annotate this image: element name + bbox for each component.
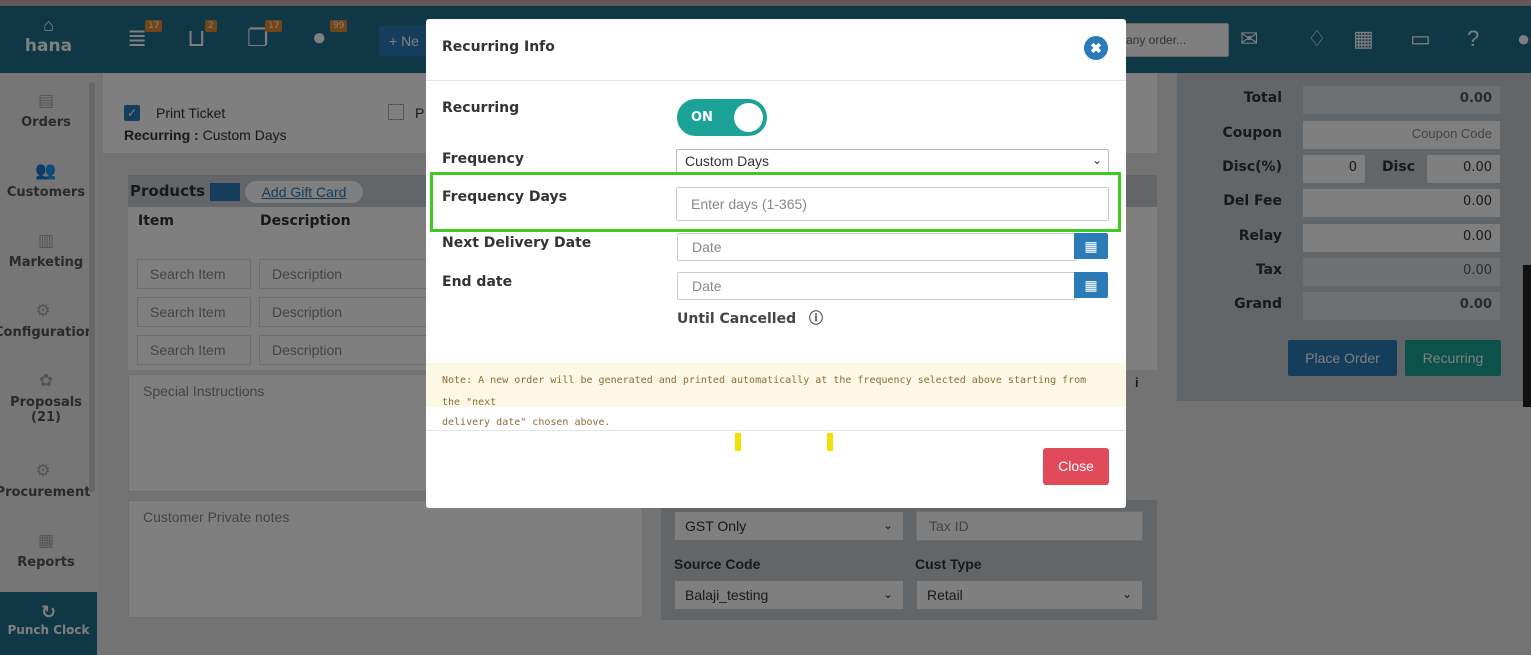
frequency-value: Custom Days <box>685 153 770 169</box>
modal-footer-divider <box>426 430 1126 431</box>
next-delivery-label: Next Delivery Date <box>442 235 592 251</box>
until-cancelled-text: Until Cancelled <box>677 311 797 327</box>
recurring-label: Recurring <box>442 100 520 116</box>
modal-title: Recurring Info <box>442 39 555 55</box>
close-icon[interactable]: ✖ <box>1084 36 1108 60</box>
end-date-input[interactable]: Date <box>677 272 1077 300</box>
note-line-1: Note: A new order will be generated and … <box>442 375 1087 408</box>
recurring-info-modal: Recurring Info ✖ Recurring ON Frequency … <box>426 19 1126 508</box>
frequency-select[interactable]: Custom Days ⌄ <box>676 149 1109 173</box>
end-date-label: End date <box>442 274 513 290</box>
calendar-icon[interactable]: ▦ <box>1074 272 1108 298</box>
info-icon: ⓘ <box>808 311 823 327</box>
toggle-knob <box>734 103 763 132</box>
close-button[interactable]: Close <box>1043 448 1109 485</box>
frequency-label: Frequency <box>442 151 524 167</box>
until-cancelled-label[interactable]: Until Cancelled ⓘ <box>677 308 823 328</box>
frequency-days-input[interactable]: Enter days (1-365) <box>676 187 1109 221</box>
chevron-down-icon: ⌄ <box>1091 153 1102 167</box>
yellow-marker <box>827 433 833 451</box>
recurring-note: Note: A new order will be generated and … <box>426 363 1126 428</box>
recurring-toggle[interactable]: ON <box>677 99 767 136</box>
toggle-state: ON <box>691 110 713 125</box>
yellow-marker <box>735 433 741 451</box>
frequency-days-label: Frequency Days <box>442 189 567 205</box>
calendar-icon[interactable]: ▦ <box>1074 233 1108 259</box>
modal-header: Recurring Info ✖ <box>426 19 1126 81</box>
next-delivery-date-input[interactable]: Date <box>677 233 1077 261</box>
